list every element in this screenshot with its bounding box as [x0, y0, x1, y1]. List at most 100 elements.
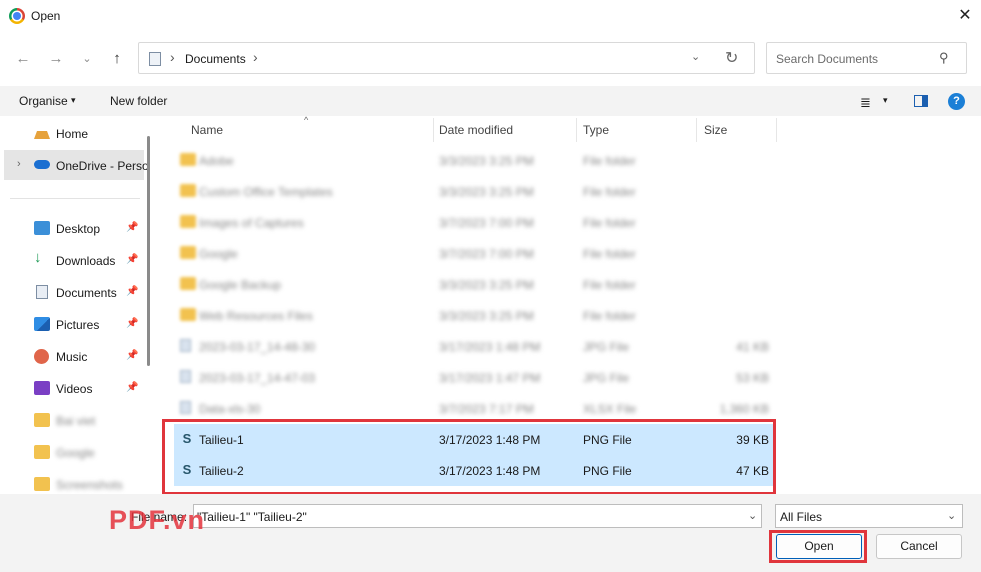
breadcrumb-separator-icon[interactable]: ›	[170, 49, 175, 65]
file-date: 3/17/2023 1:48 PM	[439, 464, 541, 478]
address-bar[interactable]: › Documents › ⌄ ↻	[138, 42, 755, 74]
file-name-input[interactable]: "Tailieu-1" "Tailieu-2" ⌄	[193, 504, 762, 528]
folder-icon	[34, 413, 50, 427]
breadcrumb-separator-icon[interactable]: ›	[253, 49, 258, 65]
file-row[interactable]: Custom Office Templates 3/3/2023 3:25 PM F…	[174, 176, 774, 207]
organise-button[interactable]: Organise	[19, 94, 68, 108]
column-header-size[interactable]: Size	[704, 123, 727, 137]
breadcrumb-documents[interactable]: Documents	[185, 52, 246, 66]
column-header-type[interactable]: Type	[583, 123, 609, 137]
sidebar-item-videos[interactable]: Videos 📌	[0, 373, 144, 403]
image-file-icon	[180, 339, 191, 352]
sidebar-item-folder[interactable]: Screenshots	[0, 469, 144, 494]
file-row[interactable]: 2023-03-17_14-48-30 3/17/2023 1:48 PM JPG …	[174, 331, 774, 362]
file-type-value[interactable]: All Files	[780, 510, 822, 524]
file-name: Data-xls-30	[199, 402, 261, 416]
help-icon[interactable]: ?	[948, 93, 965, 110]
file-date: 3/17/2023 1:48 PM	[439, 433, 541, 447]
pin-icon[interactable]: 📌	[126, 254, 138, 265]
sidebar-item-documents[interactable]: Documents 📌	[0, 277, 144, 307]
file-row[interactable]: 2023-03-17_14-47-03 3/17/2023 1:47 PM JPG …	[174, 362, 774, 393]
file-name: Web Resources Files	[199, 309, 313, 323]
new-folder-button[interactable]: New folder	[110, 94, 167, 108]
file-type-dropdown-icon[interactable]: ⌄	[947, 509, 956, 522]
folder-icon	[34, 445, 50, 459]
forward-arrow-icon[interactable]: →	[45, 48, 67, 70]
sidebar-item-music[interactable]: Music 📌	[0, 341, 144, 371]
column-divider[interactable]	[776, 118, 777, 142]
sidebar-item-folder[interactable]: Google	[0, 437, 144, 467]
up-arrow-icon[interactable]: ↑	[106, 48, 128, 70]
file-date: 3/7/2023 7:00 PM	[439, 247, 534, 261]
file-row[interactable]: Google 3/7/2023 7:00 PM File folder	[174, 238, 774, 269]
search-input[interactable]: Search Documents	[776, 52, 878, 66]
sidebar-item-label: Pictures	[56, 318, 100, 332]
pictures-icon	[34, 317, 50, 331]
desktop-icon	[34, 221, 50, 235]
sidebar-divider	[10, 198, 140, 199]
column-header-date[interactable]: Date modified	[439, 123, 513, 137]
file-size: 39 KB	[736, 433, 769, 447]
file-row[interactable]: Images of Captures 3/7/2023 7:00 PM File f…	[174, 207, 774, 238]
preview-pane-icon[interactable]	[914, 95, 928, 107]
pin-icon[interactable]: 📌	[126, 382, 138, 393]
pin-icon[interactable]: 📌	[126, 286, 138, 297]
sidebar-item-home[interactable]: Home	[0, 118, 144, 148]
folder-icon	[180, 277, 196, 290]
command-bar: Organise ▾ New folder ≣ ▾ ?	[0, 86, 981, 116]
window-title: Open	[31, 9, 61, 23]
file-date: 3/3/2023 3:25 PM	[439, 309, 534, 323]
recent-locations-chevron-icon[interactable]: ⌄	[76, 48, 98, 70]
file-name: Adobe	[199, 154, 234, 168]
file-type-select[interactable]: All Files ⌄	[775, 504, 963, 528]
view-options-icon[interactable]: ≣	[860, 95, 871, 111]
folder-icon	[180, 215, 196, 228]
file-row[interactable]: Web Resources Files 3/3/2023 3:25 PM File …	[174, 300, 774, 331]
view-options-caret-icon[interactable]: ▾	[883, 95, 888, 106]
file-row[interactable]: S Tailieu-1 3/17/2023 1:48 PM PNG File 39 KB	[174, 424, 774, 455]
refresh-icon[interactable]: ↻	[725, 48, 738, 68]
file-type: PNG File	[583, 433, 632, 447]
column-divider[interactable]	[433, 118, 434, 142]
search-box[interactable]: Search Documents ⚲	[766, 42, 967, 74]
file-size: 41 KB	[736, 340, 769, 354]
sidebar-scrollbar[interactable]	[147, 136, 150, 366]
file-row[interactable]: S Tailieu-2 3/17/2023 1:48 PM PNG File 47 KB	[174, 455, 774, 486]
cloud-icon	[34, 160, 50, 169]
open-button[interactable]: Open	[776, 534, 862, 559]
column-divider[interactable]	[576, 118, 577, 142]
pin-icon[interactable]: 📌	[126, 350, 138, 361]
sidebar-item-label: Screenshots	[56, 478, 123, 492]
column-header-name[interactable]: Name	[191, 123, 223, 137]
file-date: 3/7/2023 7:17 PM	[439, 402, 534, 416]
image-file-icon	[180, 370, 191, 383]
file-row[interactable]: Google Backup 3/3/2023 3:25 PM File folder	[174, 269, 774, 300]
pin-icon[interactable]: 📌	[126, 318, 138, 329]
watermark-logo: PDF.vn	[109, 505, 206, 535]
folder-icon	[180, 153, 196, 166]
file-type: File folder	[583, 216, 636, 230]
cancel-button[interactable]: Cancel	[876, 534, 962, 559]
file-date: 3/3/2023 3:25 PM	[439, 278, 534, 292]
sidebar-item-desktop[interactable]: Desktop 📌	[0, 213, 144, 243]
file-name-value[interactable]: "Tailieu-1" "Tailieu-2"	[197, 510, 307, 524]
videos-icon	[34, 381, 50, 395]
file-name-dropdown-icon[interactable]: ⌄	[748, 509, 757, 522]
sidebar-item-folder[interactable]: Bai viet	[0, 405, 144, 435]
column-divider[interactable]	[696, 118, 697, 142]
search-icon: ⚲	[939, 50, 949, 65]
file-size: 53 KB	[736, 371, 769, 385]
pin-icon[interactable]: 📌	[126, 222, 138, 233]
close-icon[interactable]: ✕	[952, 4, 978, 28]
sidebar-item-onedrive[interactable]: › OneDrive - Perso	[4, 150, 149, 180]
documents-icon	[36, 285, 48, 299]
file-row[interactable]: Data-xls-30 3/7/2023 7:17 PM XLSX File 1,36…	[174, 393, 774, 424]
file-row[interactable]: Adobe 3/3/2023 3:25 PM File folder	[174, 145, 774, 176]
home-icon	[34, 131, 50, 139]
organise-caret-icon[interactable]: ▾	[71, 95, 76, 106]
sidebar-item-downloads[interactable]: ↓ Downloads 📌	[0, 245, 144, 275]
sidebar-item-pictures[interactable]: Pictures 📌	[0, 309, 144, 339]
back-arrow-icon[interactable]: ←	[12, 48, 34, 70]
expand-chevron-icon[interactable]: ›	[17, 158, 21, 170]
address-dropdown-icon[interactable]: ⌄	[691, 50, 700, 63]
